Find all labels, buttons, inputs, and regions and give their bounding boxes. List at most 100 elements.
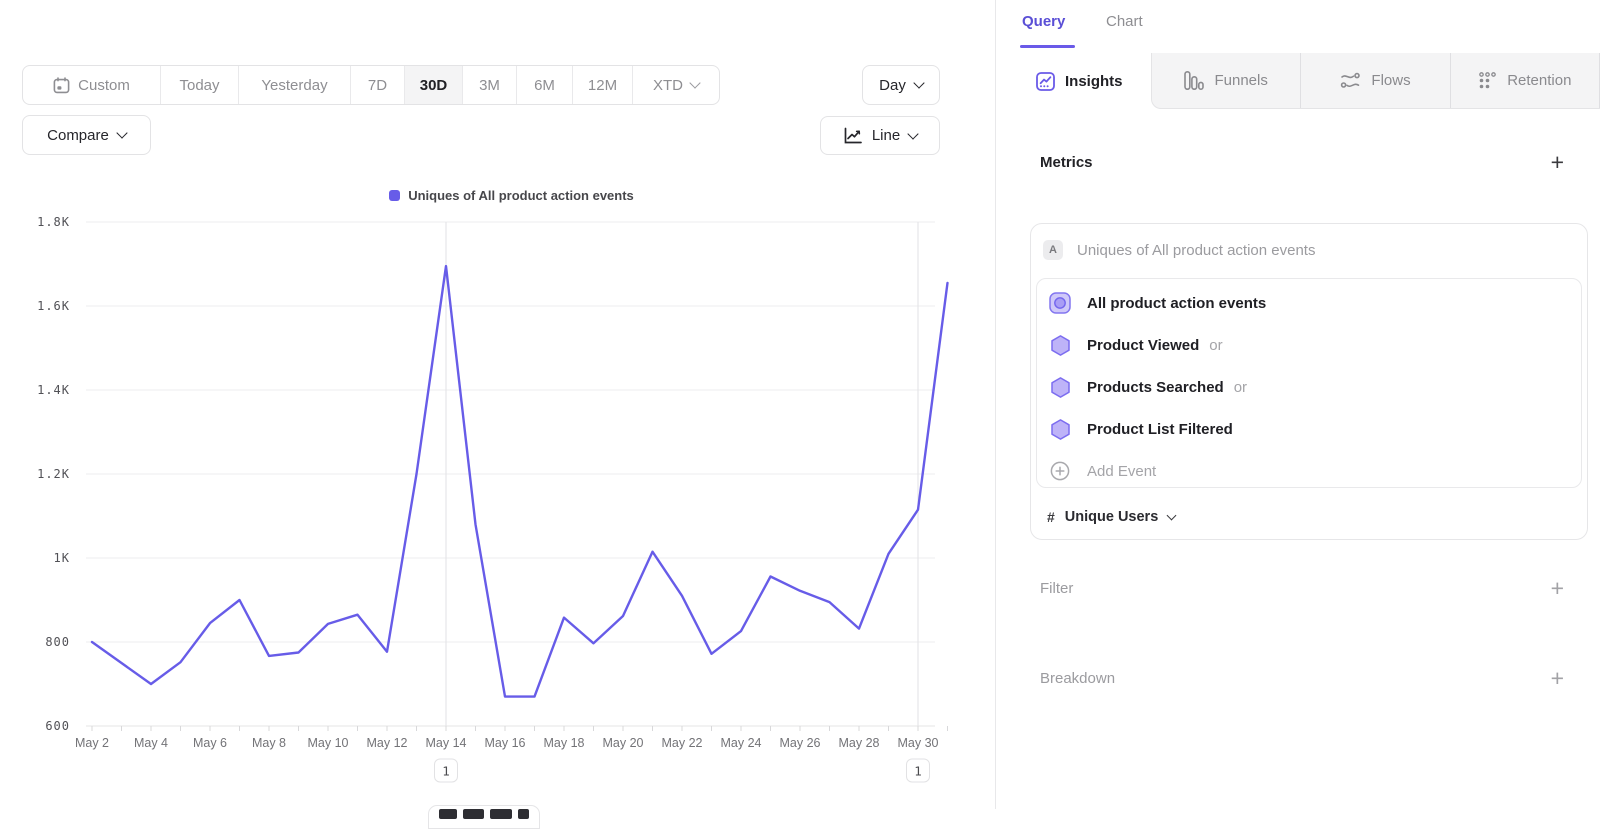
tab-funnels-label: Funnels	[1214, 72, 1267, 89]
chart-type-label: Line	[872, 127, 900, 144]
event-list: All product action events Product Viewed…	[1036, 278, 1582, 488]
range-3m[interactable]: 3M	[463, 66, 517, 104]
range-today[interactable]: Today	[161, 66, 239, 104]
compare-dropdown[interactable]: Compare	[22, 115, 151, 155]
tab-retention-label: Retention	[1507, 72, 1571, 89]
chevron-down-icon	[913, 77, 924, 88]
range-label: 30D	[420, 77, 448, 94]
measure-label: Unique Users	[1065, 509, 1158, 525]
line-chart-icon	[843, 127, 863, 145]
y-axis-tick-label: 1.4K	[37, 383, 70, 397]
event-row[interactable]: Products Searched or	[1037, 366, 1581, 408]
breakdown-section-title: Breakdown	[1040, 670, 1115, 687]
retention-icon	[1478, 71, 1497, 90]
event-row[interactable]: All product action events	[1037, 282, 1581, 324]
line-chart[interactable]: 600 800 1K 1.2K 1.4K 1.6K 1.8K May 2 May 4 May 6 M…	[0, 210, 985, 809]
insights-icon	[1036, 72, 1055, 91]
compare-label: Compare	[47, 127, 109, 144]
x-axis-tick-label: May 2	[75, 736, 109, 750]
tab-query[interactable]: Query	[1022, 13, 1065, 30]
report-type-tabs: Insights Funnels	[996, 53, 1600, 109]
range-xtd[interactable]: XTD	[633, 66, 719, 104]
add-breakdown-button[interactable]: +	[1551, 668, 1564, 688]
x-axis-tick-label: May 10	[308, 736, 349, 750]
range-30d[interactable]: 30D	[405, 66, 463, 104]
y-axis-tick-label: 1.8K	[37, 215, 70, 229]
tab-retention[interactable]: Retention	[1451, 53, 1600, 108]
inactive-report-tabs: Funnels Flows	[1151, 53, 1600, 109]
tab-insights[interactable]: Insights	[996, 53, 1151, 109]
y-axis-tick-label: 1.6K	[37, 299, 70, 313]
x-axis-tick-label: May 14	[426, 736, 467, 750]
event-operator-suffix: or	[1234, 379, 1247, 396]
range-12m[interactable]: 12M	[573, 66, 633, 104]
plus-circle-icon	[1049, 460, 1071, 482]
range-label: Yesterday	[261, 77, 327, 94]
range-label: 7D	[368, 77, 387, 94]
x-axis-tick-label: May 24	[721, 736, 762, 750]
hexagon-event-icon	[1049, 334, 1071, 356]
event-name: Products Searched	[1087, 379, 1224, 396]
x-axis-tick-label: May 12	[367, 736, 408, 750]
metric-card: A Uniques of All product action events A…	[1030, 223, 1588, 540]
annotation-chip[interactable]: 1	[435, 759, 458, 782]
add-event-button[interactable]: Add Event	[1037, 450, 1581, 492]
funnels-icon	[1184, 71, 1204, 90]
metric-letter-badge: A	[1043, 240, 1063, 260]
add-metric-button[interactable]: +	[1551, 152, 1564, 172]
event-name: Product List Filtered	[1087, 421, 1233, 438]
chart-legend[interactable]: Uniques of All product action events	[88, 188, 935, 203]
range-label: 6M	[534, 77, 555, 94]
calendar-icon	[53, 77, 70, 94]
tab-flows[interactable]: Flows	[1301, 53, 1450, 108]
hexagon-event-icon	[1049, 418, 1071, 440]
event-operator-suffix: or	[1209, 337, 1222, 354]
granularity-label: Day	[879, 77, 906, 94]
event-row[interactable]: Product Viewed or	[1037, 324, 1581, 366]
chevron-down-icon	[116, 127, 127, 138]
event-name: Product Viewed	[1087, 337, 1199, 354]
x-axis-tick-label: May 20	[603, 736, 644, 750]
query-panel: Query Chart Insights	[995, 0, 1600, 809]
y-axis-tick-label: 600	[45, 719, 70, 733]
chevron-down-icon	[1167, 510, 1177, 520]
x-axis-tick-label: May 6	[193, 736, 227, 750]
filter-section-title: Filter	[1040, 580, 1073, 597]
tab-chart[interactable]: Chart	[1106, 13, 1143, 30]
event-row[interactable]: Product List Filtered	[1037, 408, 1581, 450]
annotation-chip[interactable]: 1	[907, 759, 930, 782]
series-line	[92, 266, 948, 696]
tab-funnels[interactable]: Funnels	[1152, 53, 1301, 108]
x-axis-tick-label: May 18	[544, 736, 585, 750]
y-axis-tick-label: 1.2K	[37, 467, 70, 481]
range-7d[interactable]: 7D	[351, 66, 405, 104]
range-label: XTD	[653, 77, 683, 94]
annotation-chip-label: 1	[442, 764, 450, 779]
chevron-down-icon	[689, 77, 700, 88]
flows-icon	[1340, 71, 1361, 90]
range-label: 3M	[479, 77, 500, 94]
granularity-dropdown[interactable]: Day	[862, 65, 940, 105]
x-axis-tick-label: May 30	[898, 736, 939, 750]
range-6m[interactable]: 6M	[517, 66, 573, 104]
add-filter-button[interactable]: +	[1551, 578, 1564, 598]
range-custom[interactable]: Custom	[23, 66, 161, 104]
y-axis-tick-label: 1K	[54, 551, 70, 565]
all-events-icon	[1049, 292, 1071, 314]
number-symbol-icon: #	[1047, 509, 1055, 525]
date-range-segmented-control[interactable]: CustomToday Yesterday 7D 30D 3M 6M 12M XTD	[22, 65, 720, 105]
chevron-down-icon	[908, 128, 919, 139]
chart-type-dropdown[interactable]: Line	[820, 116, 940, 155]
x-axis-tick-label: May 22	[662, 736, 703, 750]
annotation-chip-label: 1	[914, 764, 922, 779]
add-event-label: Add Event	[1087, 463, 1156, 480]
range-label: 12M	[588, 77, 617, 94]
x-axis-tick-label: May 16	[485, 736, 526, 750]
x-axis-tick-label: May 26	[780, 736, 821, 750]
x-axis-tick-label: May 4	[134, 736, 168, 750]
measure-dropdown[interactable]: # Unique Users	[1047, 504, 1175, 530]
range-yesterday[interactable]: Yesterday	[239, 66, 351, 104]
x-axis-tick-label: May 8	[252, 736, 286, 750]
x-axis-tick-label: May 28	[839, 736, 880, 750]
y-axis-tick-label: 800	[45, 635, 70, 649]
